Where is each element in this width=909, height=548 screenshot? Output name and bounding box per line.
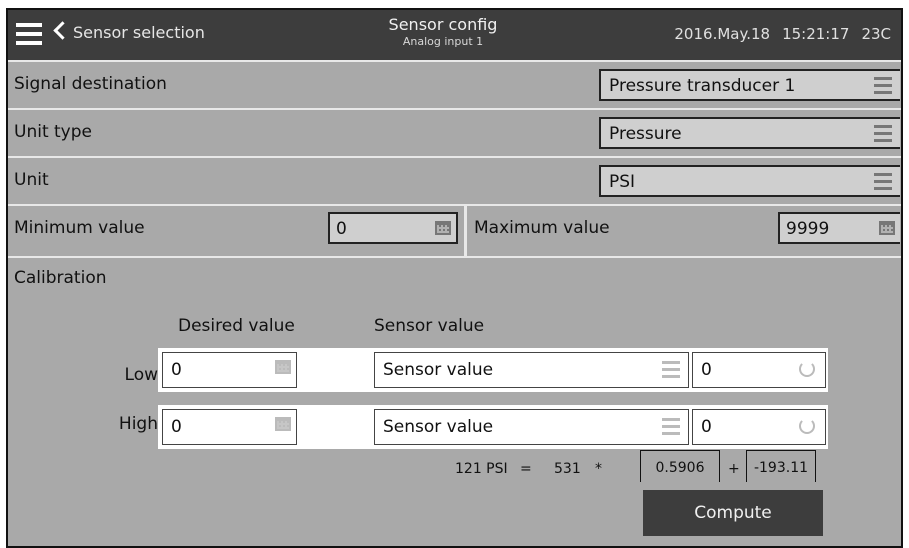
- calculator-icon[interactable]: [879, 221, 895, 235]
- minimum-value-text: 0: [336, 219, 347, 239]
- refresh-icon[interactable]: [799, 361, 815, 377]
- desired-value-header: Desired value: [178, 316, 295, 336]
- low-sensor-value-text: 0: [701, 360, 712, 380]
- subtitle-text: Analog input 1: [402, 35, 484, 48]
- refresh-icon[interactable]: [799, 418, 815, 434]
- temperature-text: 23C: [861, 25, 891, 43]
- maximum-value-input[interactable]: 9999: [778, 212, 900, 244]
- signal-destination-label: Signal destination: [14, 74, 167, 94]
- compute-button[interactable]: Compute: [643, 490, 823, 536]
- title-text: Sensor config: [388, 15, 498, 34]
- low-sensor-select-text: Sensor value: [383, 360, 494, 380]
- low-desired-input[interactable]: 0: [162, 352, 297, 388]
- date-text: 2016.May.18: [674, 25, 771, 43]
- sensor-value-header: Sensor value: [374, 316, 485, 336]
- chevron-left-icon: [53, 21, 72, 40]
- menu-icon[interactable]: [16, 23, 42, 45]
- sensor-config-screen: Sensor selection Sensor config Analog in…: [6, 8, 903, 548]
- high-desired-input[interactable]: 0: [162, 409, 297, 445]
- row-unit: Unit PSI: [8, 156, 901, 206]
- top-bar: Sensor selection Sensor config Analog in…: [8, 10, 901, 60]
- high-sensor-select[interactable]: Sensor value: [374, 409, 689, 445]
- row-signal-destination: Signal destination Pressure transducer 1: [8, 60, 901, 110]
- unit-label: Unit: [14, 170, 49, 190]
- formula-offset: -193.11: [746, 450, 816, 482]
- unit-type-label: Unit type: [14, 122, 92, 142]
- minimum-value-label: Minimum value: [14, 218, 145, 238]
- unit-type-value: Pressure: [609, 124, 682, 144]
- unit-value: PSI: [609, 172, 636, 192]
- low-sensor-select[interactable]: Sensor value: [374, 352, 689, 388]
- high-desired-text: 0: [171, 417, 182, 437]
- calibration-row-high: 0 Sensor value 0: [158, 405, 828, 449]
- calibration-row-low: 0 Sensor value 0: [158, 348, 828, 392]
- list-icon: [662, 361, 680, 382]
- divider: [464, 206, 467, 258]
- formula-result: 121 PSI: [455, 461, 508, 477]
- calculator-icon[interactable]: [435, 221, 451, 235]
- maximum-value-label: Maximum value: [474, 218, 610, 238]
- list-icon: [874, 77, 892, 98]
- signal-destination-value: Pressure transducer 1: [609, 76, 796, 96]
- formula-multiplier: 0.5906: [640, 450, 720, 482]
- time-text: 15:21:17: [782, 25, 850, 43]
- list-icon: [874, 125, 892, 146]
- low-desired-text: 0: [171, 360, 182, 380]
- list-icon: [874, 173, 892, 194]
- unit-dropdown[interactable]: PSI: [599, 165, 900, 197]
- formula-times: *: [595, 461, 602, 477]
- formula-plus: +: [728, 461, 740, 477]
- back-button[interactable]: Sensor selection: [53, 21, 205, 42]
- signal-destination-dropdown[interactable]: Pressure transducer 1: [599, 69, 900, 101]
- high-sensor-value[interactable]: 0: [692, 409, 826, 445]
- low-sensor-value[interactable]: 0: [692, 352, 826, 388]
- list-icon: [662, 418, 680, 439]
- row-min-max: Minimum value 0 Maximum value 9999: [8, 204, 901, 258]
- maximum-value-text: 9999: [786, 219, 830, 239]
- formula-input: 531: [554, 461, 581, 477]
- calculator-icon[interactable]: [275, 360, 291, 374]
- unit-type-dropdown[interactable]: Pressure: [599, 117, 900, 149]
- formula-equals: =: [520, 461, 532, 477]
- high-row-label: High: [118, 414, 158, 434]
- low-row-label: Low: [124, 365, 158, 385]
- calibration-title: Calibration: [14, 268, 107, 288]
- status-clock: 2016.May.18 15:21:17 23C: [662, 25, 891, 43]
- calculator-icon[interactable]: [275, 417, 291, 431]
- high-sensor-select-text: Sensor value: [383, 417, 494, 437]
- minimum-value-input[interactable]: 0: [328, 212, 458, 244]
- page-title: Sensor config Analog input 1: [318, 15, 568, 48]
- row-unit-type: Unit type Pressure: [8, 108, 901, 158]
- back-label: Sensor selection: [73, 23, 205, 42]
- high-sensor-value-text: 0: [701, 417, 712, 437]
